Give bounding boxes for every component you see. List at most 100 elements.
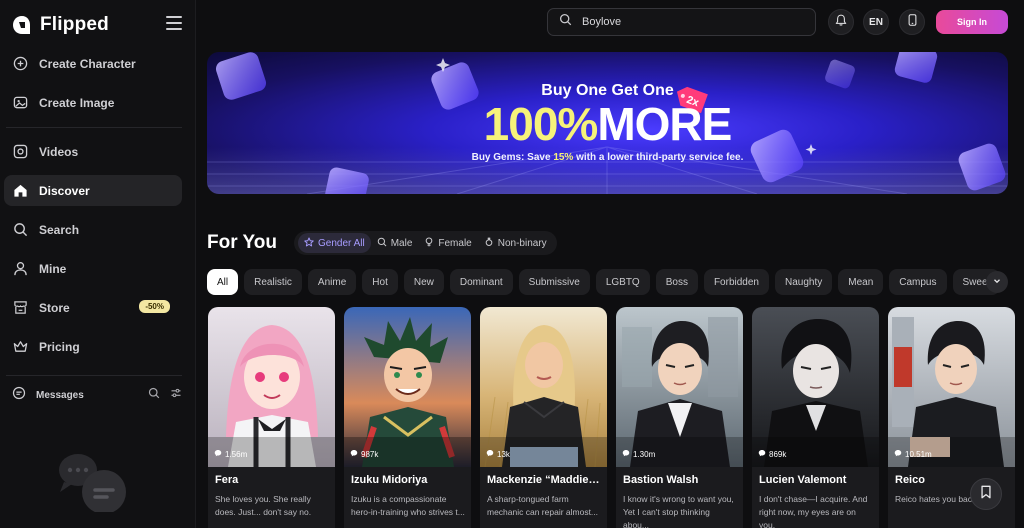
sidebar-item-mine[interactable]: Mine <box>4 253 182 284</box>
banner-text: Buy One Get One 100%MORE Buy Gems: Save … <box>207 52 1008 194</box>
gender-pill-label: Gender All <box>318 237 365 249</box>
section-title: For You <box>207 232 278 253</box>
character-portrait <box>752 307 879 467</box>
character-description: I don't chase—I acquire. And right now, … <box>759 494 868 528</box>
character-name: Mackenzie “Maddie”... <box>487 474 601 486</box>
sidebar-item-label: Discover <box>39 183 90 198</box>
sidebar-divider <box>6 127 182 128</box>
character-portrait <box>480 307 607 467</box>
sign-in-button[interactable]: Sign In <box>936 10 1008 34</box>
view-count-text: 13k <box>497 449 510 459</box>
promo-banner[interactable]: 2x Buy One Get One 100%MORE Buy Gems: Sa… <box>207 52 1008 194</box>
tag-filter-row: All Realistic Anime Hot New Dominant Sub… <box>207 269 1001 295</box>
search-icon <box>559 13 572 31</box>
sidebar-item-label: Create Image <box>39 95 115 110</box>
tag-naughty[interactable]: Naughty <box>774 269 833 295</box>
gender-male-pill[interactable]: Male <box>371 233 419 253</box>
sidebar-item-create-image[interactable]: Create Image <box>4 87 182 118</box>
gender-pill-label: Male <box>390 237 413 249</box>
sidebar-item-pricing[interactable]: Pricing <box>4 331 182 362</box>
character-card[interactable]: 13k Mackenzie “Maddie”... A sharp-tongue… <box>480 307 607 528</box>
tag-campus[interactable]: Campus <box>889 269 947 295</box>
tag-all[interactable]: All <box>207 269 239 295</box>
character-card[interactable]: 1.30m Bastion Walsh I know it's wrong to… <box>616 307 743 528</box>
tag-lgbtq[interactable]: LGBTQ <box>595 269 650 295</box>
brand[interactable]: Flipped <box>12 14 109 36</box>
messages-label: Messages <box>36 389 84 401</box>
bookmark-icon <box>979 485 993 504</box>
tag-hot[interactable]: Hot <box>362 269 398 295</box>
sidebar-item-create-character[interactable]: Create Character <box>4 48 182 79</box>
sidebar-item-label: Create Character <box>39 56 136 71</box>
image-icon <box>12 95 28 111</box>
character-name: Bastion Walsh <box>623 474 699 486</box>
character-portrait <box>208 307 335 467</box>
sidebar-item-search[interactable]: Search <box>4 214 182 245</box>
character-card[interactable]: 869k Lucien Valemont I don't chase—I acq… <box>752 307 879 528</box>
character-description: I know it's wrong to want you, Yet I can… <box>623 494 734 528</box>
tag-submissive[interactable]: Submissive <box>518 269 590 295</box>
character-name: Fera <box>215 474 239 486</box>
sidebar-item-discover[interactable]: Discover <box>4 175 182 206</box>
tag-dominant[interactable]: Dominant <box>449 269 513 295</box>
sidebar-item-store[interactable]: Store -50% <box>4 292 182 323</box>
app-root: Flipped Create Character Create Image Vi… <box>0 0 1024 528</box>
tag-new[interactable]: New <box>403 269 444 295</box>
banner-percent: 100% <box>483 98 599 150</box>
sidebar-nav-create: Create Character Create Image <box>4 48 182 118</box>
character-description: Izuku is a compassionate hero-in-trainin… <box>351 494 465 517</box>
character-name: Izuku Midoriya <box>351 474 428 486</box>
messages-header: Messages <box>12 386 182 404</box>
store-icon <box>12 300 28 316</box>
view-count: 1.30m <box>622 449 655 459</box>
character-card[interactable]: 987k Izuku Midoriya Izuku is a compassio… <box>344 307 471 528</box>
female-icon <box>424 236 434 250</box>
chat-bubble-icon <box>214 449 222 459</box>
view-count-text: 987k <box>361 449 379 459</box>
tag-mean[interactable]: Mean <box>838 269 884 295</box>
gender-filter: Gender All Male Female Non-binary <box>294 231 557 255</box>
crown-icon <box>12 339 28 355</box>
gender-pill-label: Non-binary <box>497 237 547 249</box>
tag-forbidden[interactable]: Forbidden <box>703 269 769 295</box>
chat-bubble-icon <box>12 386 26 405</box>
messages-search-icon[interactable] <box>148 386 160 404</box>
chevron-down-icon <box>992 273 1002 291</box>
view-count: 869k <box>758 449 786 459</box>
sidebar-item-label: Search <box>39 222 80 237</box>
character-name: Lucien Valemont <box>759 474 847 486</box>
sidebar: Flipped Create Character Create Image Vi… <box>0 0 196 528</box>
banner-sub-prefix: Buy Gems: Save <box>471 152 554 163</box>
character-description: A sharp-tongued farm mechanic can repair… <box>487 494 599 517</box>
view-count-text: 1.30m <box>633 449 656 459</box>
nonbinary-icon <box>484 237 494 250</box>
gender-nonbinary-pill[interactable]: Non-binary <box>478 233 553 253</box>
search-bar[interactable] <box>547 8 816 36</box>
gender-female-pill[interactable]: Female <box>418 233 477 253</box>
bell-icon <box>835 13 847 31</box>
sidebar-nav-main: Videos Discover Search Mine Store -50% P… <box>4 136 182 362</box>
search-input[interactable] <box>582 16 802 28</box>
video-icon <box>12 144 28 160</box>
language-button[interactable]: EN <box>863 9 889 35</box>
messages-filter-icon[interactable] <box>170 386 182 404</box>
sidebar-item-videos[interactable]: Videos <box>4 136 182 167</box>
star-icon <box>304 236 314 250</box>
tags-expand-button[interactable] <box>986 271 1008 293</box>
bookmark-button[interactable] <box>970 478 1002 510</box>
plus-circle-icon <box>12 56 28 72</box>
view-count: 13k <box>486 449 510 459</box>
notifications-button[interactable] <box>828 9 854 35</box>
chat-bubble-icon <box>894 449 902 459</box>
hamburger-menu-icon[interactable] <box>166 16 182 30</box>
mobile-app-button[interactable] <box>899 9 925 35</box>
tag-anime[interactable]: Anime <box>307 269 357 295</box>
empty-messages-illustration-icon <box>59 454 126 512</box>
character-portrait <box>344 307 471 467</box>
gender-all-pill[interactable]: Gender All <box>298 233 371 253</box>
tag-realistic[interactable]: Realistic <box>244 269 302 295</box>
character-card[interactable]: 1.56m Fera She loves you. She really doe… <box>208 307 335 528</box>
banner-sub-highlight: 15% <box>553 152 574 163</box>
banner-sub-suffix: with a lower third-party service fee. <box>573 152 744 163</box>
tag-boss[interactable]: Boss <box>655 269 698 295</box>
